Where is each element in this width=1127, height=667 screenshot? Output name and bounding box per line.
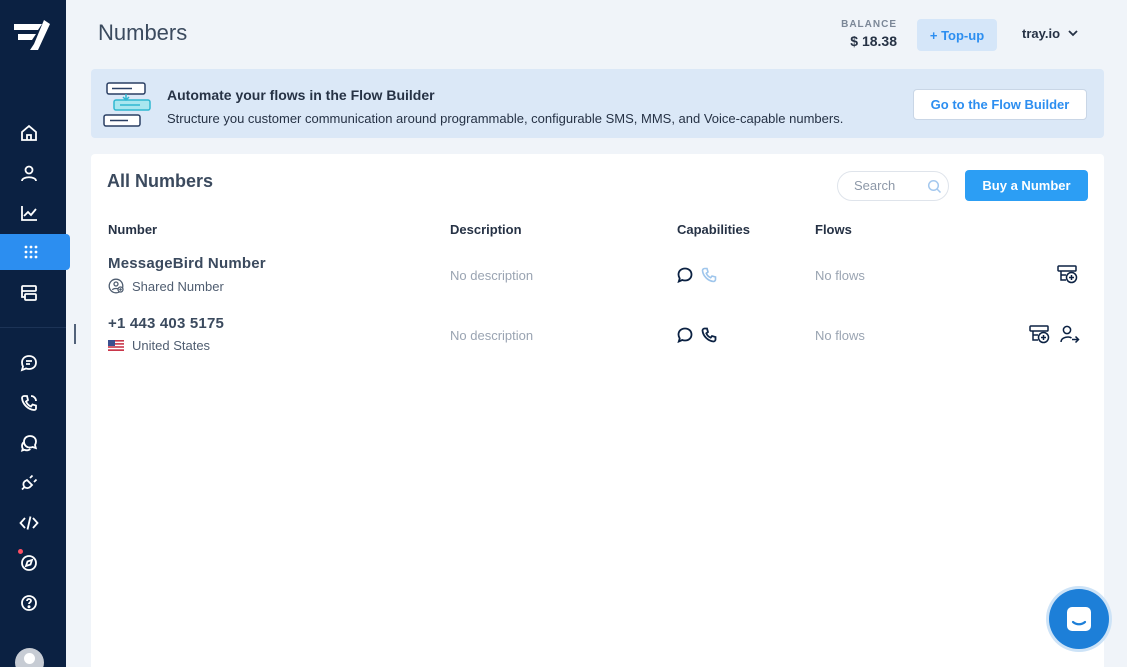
nav-conversations[interactable] bbox=[0, 425, 66, 461]
home-icon bbox=[21, 124, 37, 141]
flow-icon bbox=[21, 285, 37, 301]
balance-label: BALANCE bbox=[841, 19, 897, 30]
nav-sms[interactable] bbox=[0, 345, 66, 381]
support-chat-button[interactable] bbox=[1049, 589, 1109, 649]
nav-analytics[interactable] bbox=[0, 195, 66, 231]
user-avatar[interactable] bbox=[15, 648, 44, 667]
number-type: Shared Number bbox=[108, 278, 224, 294]
user-icon bbox=[21, 165, 37, 182]
row-actions bbox=[1057, 265, 1078, 284]
number-description: No description bbox=[450, 328, 534, 343]
flow-builder-button[interactable]: Go to the Flow Builder bbox=[913, 89, 1087, 120]
nav-developers[interactable] bbox=[0, 505, 66, 541]
banner-description: Structure you customer communication aro… bbox=[167, 111, 844, 126]
sms-capability-icon bbox=[677, 267, 693, 283]
nav-help[interactable] bbox=[0, 585, 66, 621]
balance-value: $ 18.38 bbox=[850, 33, 897, 49]
search-box[interactable] bbox=[837, 171, 949, 201]
banner-title: Automate your flows in the Flow Builder bbox=[167, 87, 435, 103]
card-title: All Numbers bbox=[107, 171, 214, 191]
nav-explore[interactable] bbox=[0, 545, 66, 581]
transfer-number-icon[interactable] bbox=[1060, 325, 1080, 344]
sidebar-resize-handle[interactable] bbox=[74, 324, 76, 344]
column-header-flows: Flows bbox=[815, 222, 852, 237]
row-actions bbox=[1029, 325, 1080, 344]
flow-builder-illustration-icon bbox=[103, 82, 151, 127]
us-flag-icon bbox=[108, 340, 124, 351]
message-icon bbox=[20, 355, 37, 372]
column-header-description: Description bbox=[450, 222, 522, 237]
search-icon bbox=[927, 179, 942, 194]
number-country: United States bbox=[108, 338, 210, 353]
capabilities bbox=[677, 267, 717, 283]
column-header-number: Number bbox=[108, 222, 158, 237]
voice-capability-icon bbox=[701, 267, 717, 283]
number-flows: No flows bbox=[815, 328, 865, 343]
nav-flows[interactable] bbox=[0, 275, 66, 311]
shared-number-icon bbox=[108, 278, 124, 294]
help-icon bbox=[21, 595, 37, 611]
code-icon bbox=[19, 516, 39, 530]
topup-button[interactable]: + Top-up bbox=[917, 19, 997, 51]
numbers-card: All Numbers Buy a Number Number Descript… bbox=[91, 154, 1104, 667]
phone-icon bbox=[21, 395, 37, 411]
number-flows: No flows bbox=[815, 268, 865, 283]
chevron-down-icon bbox=[1068, 30, 1078, 37]
buy-number-button[interactable]: Buy a Number bbox=[965, 170, 1088, 201]
nav-numbers[interactable] bbox=[0, 234, 70, 270]
number-name[interactable]: MessageBird Number bbox=[108, 255, 266, 272]
chart-icon bbox=[21, 206, 37, 221]
account-name: tray.io bbox=[1022, 26, 1061, 41]
add-flow-icon[interactable] bbox=[1029, 325, 1050, 344]
page-title: Numbers bbox=[98, 20, 188, 45]
flow-builder-banner: Automate your flows in the Flow Builder … bbox=[91, 69, 1104, 138]
column-header-capabilities: Capabilities bbox=[677, 222, 750, 237]
chat-icon bbox=[1067, 607, 1091, 631]
number-type-label: Shared Number bbox=[132, 278, 224, 294]
plug-icon bbox=[21, 474, 38, 491]
nav-home[interactable] bbox=[0, 115, 66, 151]
number-description: No description bbox=[450, 268, 534, 283]
voice-capability-icon bbox=[701, 327, 717, 343]
sidebar-divider bbox=[0, 327, 66, 328]
nav-voice[interactable] bbox=[0, 385, 66, 421]
account-switcher[interactable]: tray.io bbox=[1022, 26, 1078, 41]
number-name[interactable]: +1 443 403 5175 bbox=[108, 315, 224, 332]
capabilities bbox=[677, 327, 717, 343]
nav-contacts[interactable] bbox=[0, 155, 66, 191]
search-input[interactable] bbox=[854, 178, 924, 193]
add-flow-icon[interactable] bbox=[1057, 265, 1078, 284]
conversations-icon bbox=[20, 435, 38, 452]
sidebar bbox=[0, 0, 70, 667]
dialpad-icon bbox=[24, 245, 38, 259]
messagebird-logo[interactable] bbox=[12, 18, 52, 54]
compass-icon bbox=[21, 555, 37, 571]
nav-integrations[interactable] bbox=[0, 465, 66, 501]
sms-capability-icon bbox=[677, 327, 693, 343]
country-label: United States bbox=[132, 338, 211, 353]
